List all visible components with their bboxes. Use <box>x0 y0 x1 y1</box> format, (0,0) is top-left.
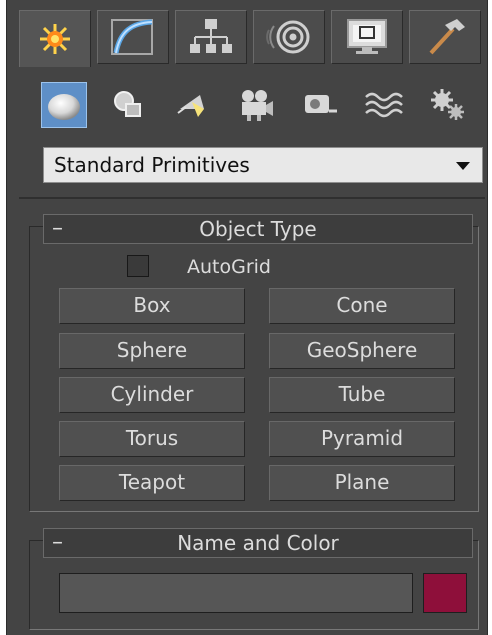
torus-button[interactable]: Torus <box>59 421 245 457</box>
category-geometry-button[interactable] <box>41 82 87 128</box>
tape-helper-icon <box>305 95 337 113</box>
teapot-button[interactable]: Teapot <box>59 465 245 501</box>
light-icon <box>177 95 204 117</box>
camera-icon <box>242 90 273 121</box>
tab-modify[interactable] <box>97 10 169 64</box>
monitor-icon <box>347 19 387 54</box>
tab-motion[interactable] <box>253 10 325 64</box>
panel-divider <box>19 197 485 199</box>
category-space-warps-button[interactable] <box>361 82 407 128</box>
waves-icon <box>365 92 403 118</box>
sun-star-icon <box>40 24 70 54</box>
category-cameras-button[interactable] <box>233 82 279 128</box>
hammer-icon <box>429 19 465 55</box>
category-lights-button[interactable] <box>169 82 215 128</box>
chevron-down-icon <box>456 162 470 170</box>
autogrid-label: AutoGrid <box>187 256 271 278</box>
tab-utilities[interactable] <box>409 10 481 64</box>
command-panel-tabs <box>19 10 487 67</box>
shapes-icon <box>114 91 141 117</box>
rollout-title: Object Type <box>199 217 317 241</box>
sphere-icon <box>48 94 80 120</box>
object-type-header[interactable]: – Object Type <box>43 214 473 244</box>
sphere-button[interactable]: Sphere <box>59 333 245 369</box>
gears-icon <box>431 89 464 120</box>
tube-button[interactable]: Tube <box>269 377 455 413</box>
tab-create[interactable] <box>19 10 91 67</box>
category-bar <box>41 82 489 132</box>
primitive-type-dropdown[interactable]: Standard Primitives <box>43 147 483 183</box>
object-color-swatch[interactable] <box>423 573 467 613</box>
plane-button[interactable]: Plane <box>269 465 455 501</box>
pyramid-button[interactable]: Pyramid <box>269 421 455 457</box>
rollout-title: Name and Color <box>177 531 339 555</box>
motion-rings-icon <box>266 20 310 54</box>
command-panel: Standard Primitives – Object Type AutoGr… <box>6 0 488 635</box>
tab-hierarchy[interactable] <box>175 10 247 64</box>
tab-display[interactable] <box>331 10 403 64</box>
dropdown-selected-value: Standard Primitives <box>54 153 250 177</box>
category-shapes-button[interactable] <box>105 82 151 128</box>
object-name-input[interactable] <box>59 573 413 613</box>
category-helpers-button[interactable] <box>297 82 343 128</box>
box-button[interactable]: Box <box>59 288 245 324</box>
geosphere-button[interactable]: GeoSphere <box>269 333 455 369</box>
cone-button[interactable]: Cone <box>269 288 455 324</box>
cylinder-button[interactable]: Cylinder <box>59 377 245 413</box>
name-and-color-header[interactable]: – Name and Color <box>43 528 473 558</box>
category-systems-button[interactable] <box>425 82 471 128</box>
bent-curve-icon <box>111 19 153 55</box>
autogrid-checkbox[interactable] <box>127 255 149 277</box>
hierarchy-tree-icon <box>190 19 232 53</box>
